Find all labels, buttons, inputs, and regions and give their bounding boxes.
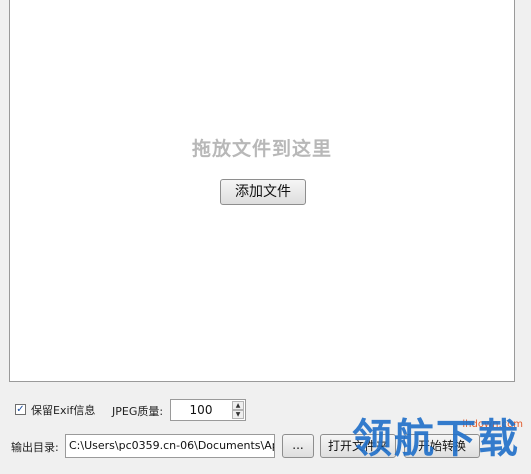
- jpeg-quality-label: JPEG质量:: [112, 405, 164, 418]
- output-directory-label: 输出目录:: [11, 441, 59, 454]
- keep-exif-checkbox[interactable]: ✓: [15, 404, 26, 415]
- watermark-site-text: lhdown.com: [462, 419, 523, 430]
- browse-button[interactable]: ...: [282, 434, 314, 458]
- output-path-text: C:\Users\pc0359.cn-06\Documents\Apc: [69, 439, 275, 452]
- keep-exif-label[interactable]: 保留Exif信息: [31, 402, 95, 418]
- spin-down-icon[interactable]: ▼: [232, 410, 244, 419]
- add-file-button[interactable]: 添加文件: [220, 179, 306, 205]
- file-drop-zone[interactable]: 拖放文件到这里 添加文件: [9, 0, 515, 382]
- jpeg-quality-value[interactable]: 100: [171, 403, 231, 417]
- options-bar: ✓ 保留Exif信息 JPEG质量: 100 ▲ ▼: [0, 399, 531, 423]
- spin-up-icon[interactable]: ▲: [232, 401, 244, 410]
- start-convert-button[interactable]: 开始转换: [404, 434, 480, 458]
- drop-hint-text: 拖放文件到这里: [191, 138, 332, 160]
- jpeg-quality-stepper[interactable]: 100 ▲ ▼: [170, 399, 246, 421]
- converter-window: 拖放文件到这里 添加文件 ✓ 保留Exif信息 JPEG质量: 100 ▲ ▼ …: [0, 0, 531, 474]
- output-path-field[interactable]: C:\Users\pc0359.cn-06\Documents\Apc: [65, 434, 275, 458]
- output-bar: 输出目录: C:\Users\pc0359.cn-06\Documents\Ap…: [0, 434, 531, 460]
- open-folder-button[interactable]: 打开文件夹: [320, 434, 396, 458]
